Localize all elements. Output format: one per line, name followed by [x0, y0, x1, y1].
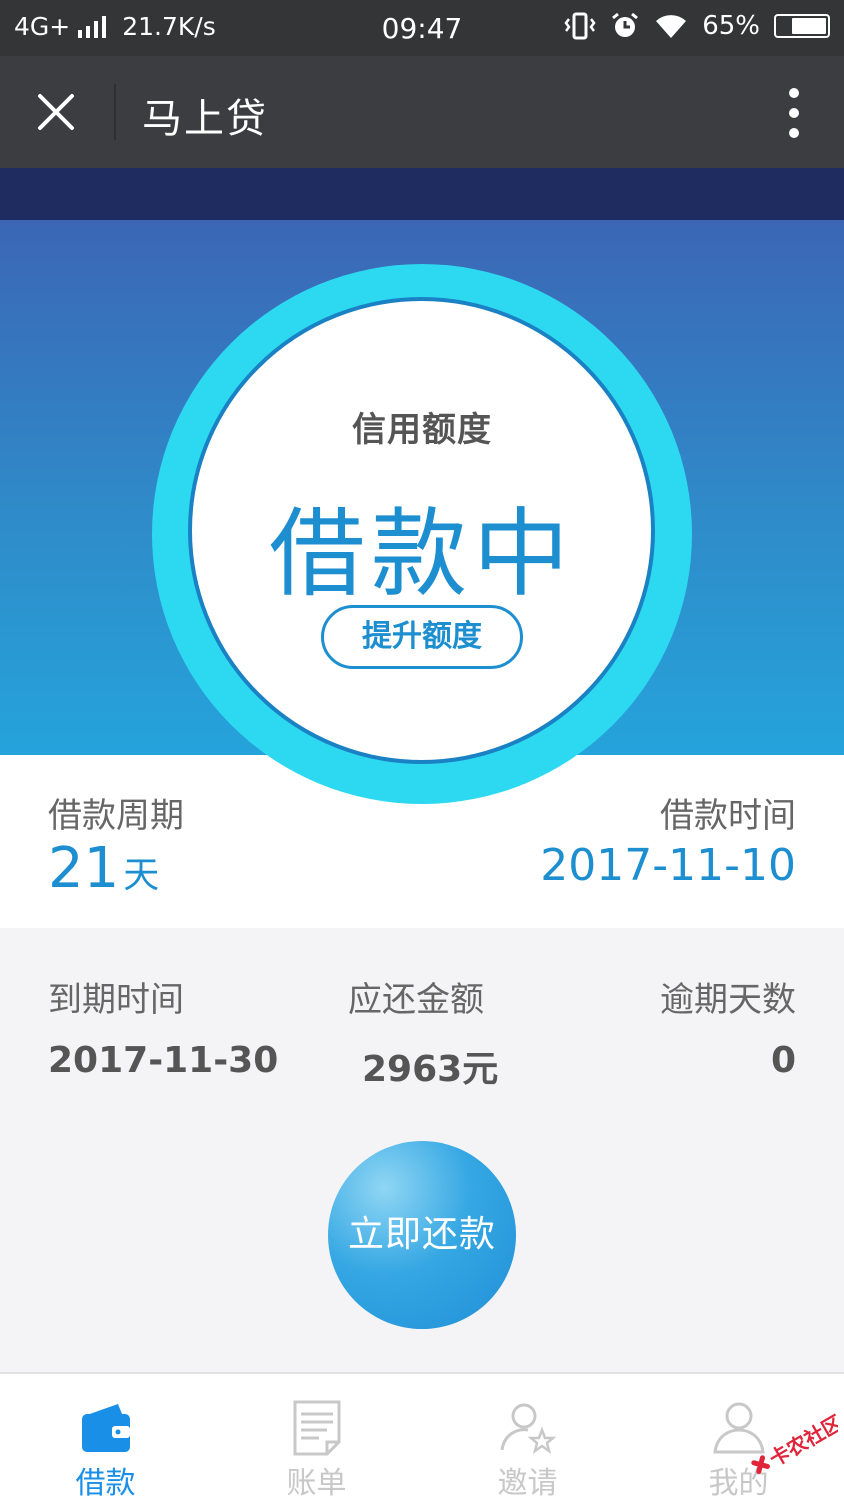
vibrate-icon — [564, 12, 596, 40]
bottom-nav: 借款 账单 邀请 我的 — [0, 1372, 844, 1500]
loan-cycle-label: 借款周期 — [48, 796, 184, 836]
loan-status: 借款中 — [269, 498, 575, 610]
battery-level — [792, 18, 826, 34]
nav-label-bill: 账单 — [286, 1466, 347, 1500]
loan-time-label: 借款时间 — [660, 796, 796, 836]
title-bar: 马上贷 — [0, 56, 844, 168]
due-date-value: 2017-11-30 — [48, 1040, 279, 1081]
watermark-logo: 卡农社区 — [751, 1410, 838, 1474]
title-divider — [114, 84, 116, 140]
alarm-icon — [612, 12, 639, 37]
loan-cycle-value: 21 天 — [48, 836, 159, 901]
nav-item-bill[interactable]: 账单 — [211, 1374, 422, 1500]
page-title: 马上贷 — [142, 96, 268, 142]
status-bar: 4G+ 21.7K/s 09:47 65% — [0, 0, 844, 56]
watermark-text: 卡农社区 — [765, 1410, 838, 1471]
due-date-label: 到期时间 — [48, 980, 184, 1020]
amount-due-label: 应还金额 — [348, 980, 484, 1020]
wallet-icon — [81, 1404, 130, 1452]
more-vertical-icon[interactable] — [788, 88, 800, 138]
close-icon[interactable] — [34, 90, 78, 134]
loan-cycle-number: 21 — [48, 836, 120, 901]
invite-icon — [500, 1403, 556, 1454]
bill-icon — [293, 1400, 340, 1456]
status-right: 65% — [564, 11, 830, 41]
overdue-days-label: 逾期天数 — [660, 980, 796, 1020]
banner-strip — [0, 168, 844, 220]
nav-item-loan[interactable]: 借款 — [0, 1374, 211, 1500]
overdue-days-value: 0 — [770, 1040, 796, 1081]
battery-icon — [774, 14, 830, 38]
nav-item-invite[interactable]: 邀请 — [422, 1374, 633, 1500]
credit-label: 信用额度 — [352, 410, 492, 450]
battery-percent: 65% — [702, 11, 760, 41]
repay-now-button[interactable]: 立即还款 — [328, 1141, 516, 1329]
wifi-icon — [656, 15, 687, 38]
raise-limit-button[interactable]: 提升额度 — [321, 605, 523, 669]
nav-label-invite: 邀请 — [497, 1466, 558, 1500]
nav-label-loan: 借款 — [75, 1466, 136, 1500]
amount-due-value: 2963元 — [362, 1049, 499, 1090]
loan-cycle-unit: 天 — [123, 855, 160, 896]
loan-time-value: 2017-11-10 — [540, 840, 796, 891]
